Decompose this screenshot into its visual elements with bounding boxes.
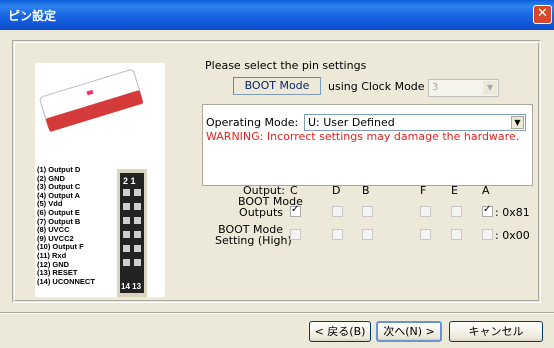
boot-setting-row-label: BOOT Mode Setting (High) [215, 223, 292, 247]
column-header: F [420, 184, 427, 197]
column-header: C [290, 184, 298, 197]
pin-list: (1) Output D (2) GND (3) Output C (4) Outpu… [37, 165, 95, 286]
boot-setting-checkbox-D[interactable] [332, 229, 343, 240]
boot-output-checkbox-A[interactable]: ✓ [482, 204, 493, 217]
warning-text: WARNING: Incorrect settings may damage t… [206, 130, 520, 143]
boot-setting-checkbox-B[interactable] [362, 229, 373, 240]
boot-output-checkbox-F[interactable] [420, 206, 431, 217]
pin-list-item: (14) UCONNECT [37, 276, 95, 286]
operating-mode-value: U: User Defined [308, 116, 395, 129]
operating-mode-select[interactable]: U: User Defined ▼ [304, 114, 526, 131]
cancel-button[interactable]: キャンセル [449, 321, 543, 342]
window-title: ピン設定 [8, 9, 57, 23]
check-icon: ✓ [483, 204, 492, 215]
chevron-down-icon: ▼ [483, 81, 497, 95]
column-header: A [482, 184, 490, 197]
column-header: E [451, 184, 458, 197]
connector-top-label: 2 1 [123, 176, 136, 186]
close-icon[interactable]: ✕ [533, 5, 552, 24]
next-button[interactable]: 次へ(N) > [376, 321, 442, 342]
operating-mode-label: Operating Mode: [206, 116, 299, 129]
back-button[interactable]: < 戻る(B) [309, 321, 371, 342]
outputs-hex-value: : 0x81 [495, 206, 530, 219]
footer-divider [0, 312, 554, 314]
boot-setting-checkbox-E[interactable] [451, 229, 462, 240]
setting-hex-value: : 0x00 [495, 229, 530, 242]
column-header: B [362, 184, 370, 197]
boot-output-checkbox-C[interactable]: ✓ [290, 204, 301, 217]
boot-setting-checkbox-A[interactable] [482, 229, 493, 240]
pin-settings-dialog: ピン設定 ✕ 2 1 14 13 (1) Output D (2) GND (3… [0, 0, 554, 348]
boot-setting-checkbox-C[interactable] [290, 229, 301, 240]
boot-setting-checkbox-F[interactable] [420, 229, 431, 240]
boot-output-checkbox-D[interactable] [332, 206, 343, 217]
boot-mode-badge: BOOT Mode [233, 77, 321, 95]
clock-mode-select[interactable]: 3 ▼ [428, 79, 499, 97]
device-image: 2 1 14 13 (1) Output D (2) GND (3) Output … [35, 63, 165, 297]
chevron-down-icon: ▼ [511, 116, 524, 129]
column-header: D [332, 184, 341, 197]
prompt-text: Please select the pin settings [205, 59, 367, 72]
check-icon: ✓ [291, 204, 300, 215]
title-bar[interactable]: ピン設定 ✕ [0, 0, 554, 30]
boot-output-checkbox-B[interactable] [362, 206, 373, 217]
boot-output-checkbox-E[interactable] [451, 206, 462, 217]
connector-bottom-label: 14 13 [121, 282, 142, 291]
boot-outputs-row-label: BOOT Mode Outputs [238, 195, 303, 219]
clock-mode-label: using Clock Mode [328, 80, 425, 93]
clock-mode-value: 3 [432, 82, 439, 93]
